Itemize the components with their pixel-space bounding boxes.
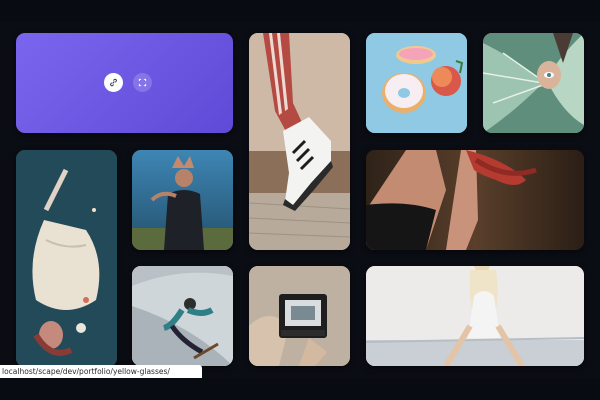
crown-woman-image [132,150,233,250]
donuts-image [366,33,467,133]
skateboarder-image [132,266,233,366]
red-hair-image [366,150,584,250]
gallery-tile-leaf[interactable] [483,33,584,133]
gallery-tile-donuts[interactable] [366,33,467,133]
water-dress-image [16,150,117,367]
gallery-tile-sneaker[interactable] [249,33,350,250]
beach-image [366,266,584,366]
top-band [0,0,600,22]
gallery-tile-camera[interactable] [249,266,350,366]
gallery-tile-red-hair[interactable] [366,150,584,250]
expand-icon[interactable] [133,73,152,92]
portfolio-page: localhost/scape/dev/portfolio/yellow-gla… [0,0,600,400]
gallery-tile-crown-woman[interactable] [132,150,233,250]
link-icon[interactable] [104,73,123,92]
camera-image [249,266,350,366]
sneaker-image [249,33,350,250]
gallery-tile-hovered[interactable] [16,33,233,133]
gallery-tile-water-dress[interactable] [16,150,117,367]
leaf-image [483,33,584,133]
bottom-band [0,378,600,400]
gallery-tile-beach[interactable] [366,266,584,366]
gallery-tile-skateboarder[interactable] [132,266,233,366]
status-bar-url: localhost/scape/dev/portfolio/yellow-gla… [0,365,202,378]
tile-hover-actions [104,73,152,92]
